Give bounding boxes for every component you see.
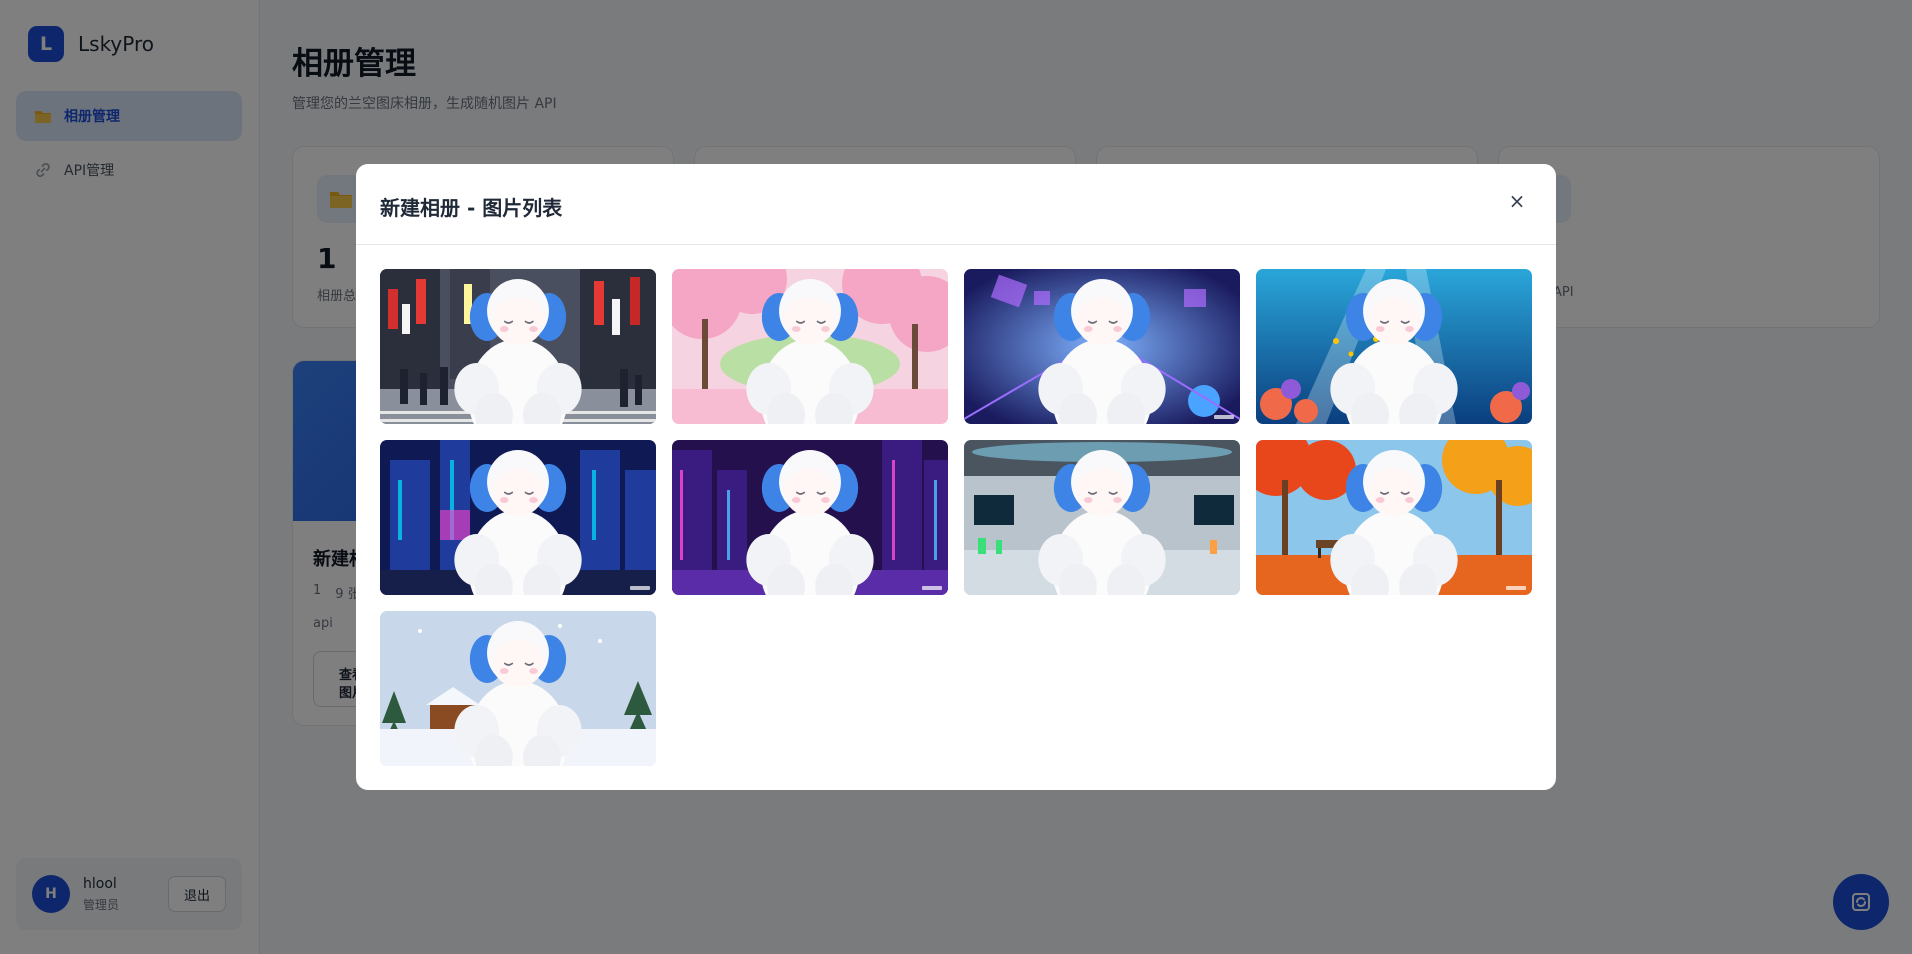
image-thumbnail[interactable] xyxy=(380,440,656,595)
cherry-blossom-scene xyxy=(672,269,948,424)
image-thumbnail[interactable] xyxy=(672,440,948,595)
image-thumbnail[interactable] xyxy=(380,269,656,424)
snowy-cabin-scene xyxy=(380,611,656,766)
close-button[interactable]: × xyxy=(1504,188,1530,214)
image-thumbnail[interactable] xyxy=(1256,269,1532,424)
image-list-modal: 新建相册 - 图片列表 × xyxy=(356,164,1556,790)
neon-city-blue-scene xyxy=(380,440,656,595)
tokyo-street-scene xyxy=(380,269,656,424)
image-thumbnail[interactable] xyxy=(964,440,1240,595)
modal-title: 新建相册 - 图片列表 xyxy=(380,196,563,220)
underwater-reef-scene xyxy=(1256,269,1532,424)
watermark xyxy=(1214,415,1234,419)
modal-header: 新建相册 - 图片列表 × xyxy=(356,164,1556,245)
image-grid xyxy=(380,269,1532,766)
sci-fi-lab-scene xyxy=(964,440,1240,595)
image-thumbnail[interactable] xyxy=(672,269,948,424)
image-thumbnail[interactable] xyxy=(964,269,1240,424)
watermark xyxy=(1506,586,1526,590)
close-icon: × xyxy=(1508,189,1526,213)
cyber-space-scene xyxy=(964,269,1240,424)
watermark xyxy=(630,586,650,590)
neon-city-purple-scene xyxy=(672,440,948,595)
image-thumbnail[interactable] xyxy=(380,611,656,766)
image-thumbnail[interactable] xyxy=(1256,440,1532,595)
autumn-park-scene xyxy=(1256,440,1532,595)
watermark xyxy=(922,586,942,590)
